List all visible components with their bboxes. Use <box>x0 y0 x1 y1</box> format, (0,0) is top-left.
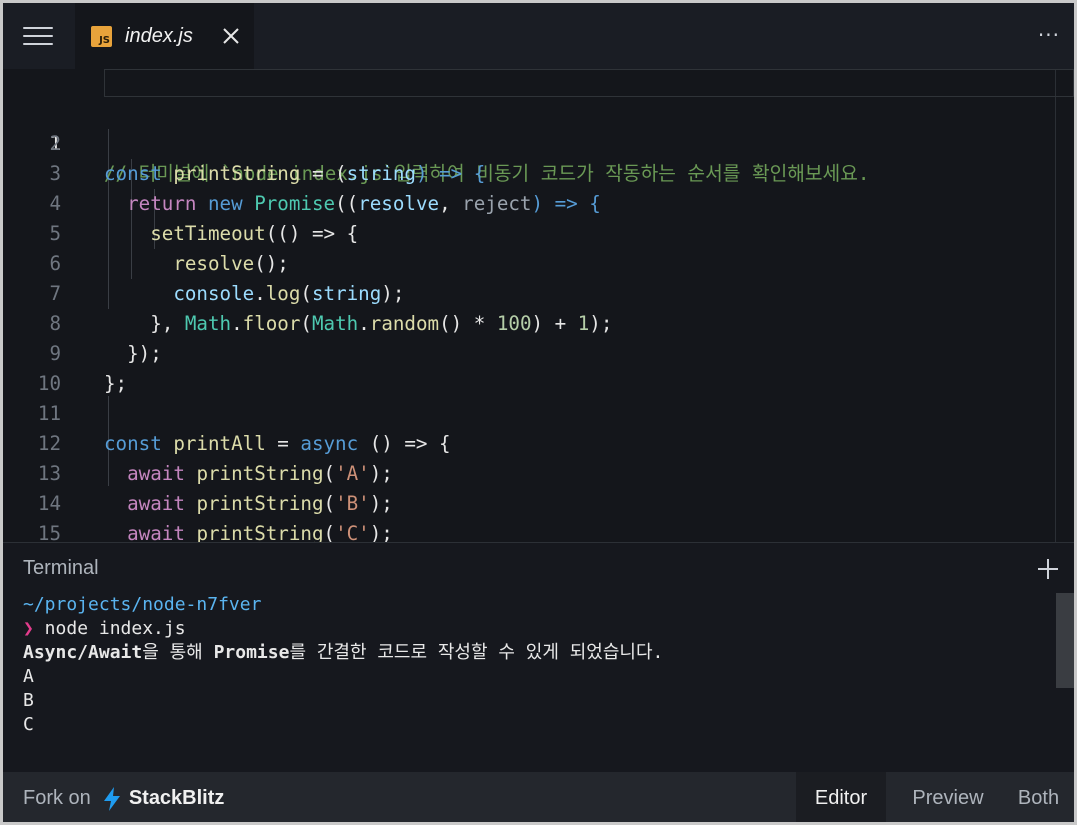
footer-bar: Fork on StackBlitz Editor Preview Both <box>3 772 1074 822</box>
fork-label: Fork on <box>23 787 91 809</box>
terminal-path: ~/projects/node-n7fver <box>23 594 262 615</box>
code-line: 4 setTimeout(() => { <box>3 159 1074 245</box>
menu-button[interactable] <box>3 3 73 69</box>
code-line: 2 const printString = (string) => { <box>3 99 1074 185</box>
output-text: 을 통해 <box>142 642 214 663</box>
terminal-output[interactable]: ~/projects/node-n7fver ❯ node index.js A… <box>23 593 663 737</box>
code-line: 7 }, Math.floor(Math.random() * 100) + 1… <box>3 249 1074 335</box>
code-line: 6 console.log(string); <box>3 219 1074 305</box>
output-text: Async/Await <box>23 642 143 663</box>
tab-filename: index.js <box>125 24 193 47</box>
code-line: 11 const printAll = async () => { <box>3 369 1074 455</box>
tab-index-js[interactable]: JS index.js <box>75 3 254 69</box>
tab-both[interactable]: Both <box>1003 772 1074 822</box>
fork-on-stackblitz-link[interactable]: Fork on StackBlitz <box>23 772 225 822</box>
code-line: 14 await printString('C'); <box>3 459 1074 542</box>
terminal-command: node index.js <box>33 618 186 639</box>
tab-editor[interactable]: Editor <box>796 772 886 822</box>
code-line: 16 <box>3 519 1074 542</box>
code-line: 10 <box>3 339 1074 395</box>
output-text: Promise <box>213 642 290 663</box>
tab-preview[interactable]: Preview <box>893 772 1003 822</box>
output-text: 를 간결한 코드로 작성할 수 있게 되었습니다. <box>289 642 664 663</box>
code-editor[interactable]: 1 // 터미널에 `node index.js`입력하여 비동기 코드가 작동… <box>3 69 1074 542</box>
code-line: 9 }; <box>3 309 1074 395</box>
code-line: 1 // 터미널에 `node index.js`입력하여 비동기 코드가 작동… <box>3 69 1074 185</box>
stackblitz-embed: JS index.js ··· 1 // 터미널에 `node index.js… <box>0 0 1077 825</box>
plus-icon[interactable] <box>1036 557 1060 581</box>
code-line: 5 resolve(); <box>3 189 1074 275</box>
current-line-highlight <box>104 69 1074 97</box>
prompt-symbol: ❯ <box>23 618 34 639</box>
lightning-bolt-icon <box>103 786 120 811</box>
brand-name: StackBlitz <box>128 787 225 809</box>
code-line: 3 return new Promise((resolve, reject) =… <box>3 129 1074 215</box>
hamburger-menu-icon <box>23 27 53 45</box>
code-line: 12 await printString('A'); <box>3 399 1074 485</box>
code-line: 13 await printString('B'); <box>3 429 1074 515</box>
close-icon[interactable] <box>220 25 242 47</box>
terminal-panel[interactable]: Terminal ~/projects/node-n7fver ❯ node i… <box>3 542 1074 773</box>
code-line: 8 }); <box>3 279 1074 365</box>
output-line: A <box>23 666 34 687</box>
terminal-scrollbar[interactable] <box>1056 593 1074 688</box>
code-line: 15 }; <box>3 489 1074 542</box>
top-bar: JS index.js ··· <box>3 3 1074 69</box>
more-horizontal-icon[interactable]: ··· <box>1038 25 1060 45</box>
terminal-title: Terminal <box>23 557 99 579</box>
output-line: B <box>23 690 34 711</box>
js-file-icon: JS <box>91 25 112 47</box>
output-line: C <box>23 714 34 735</box>
